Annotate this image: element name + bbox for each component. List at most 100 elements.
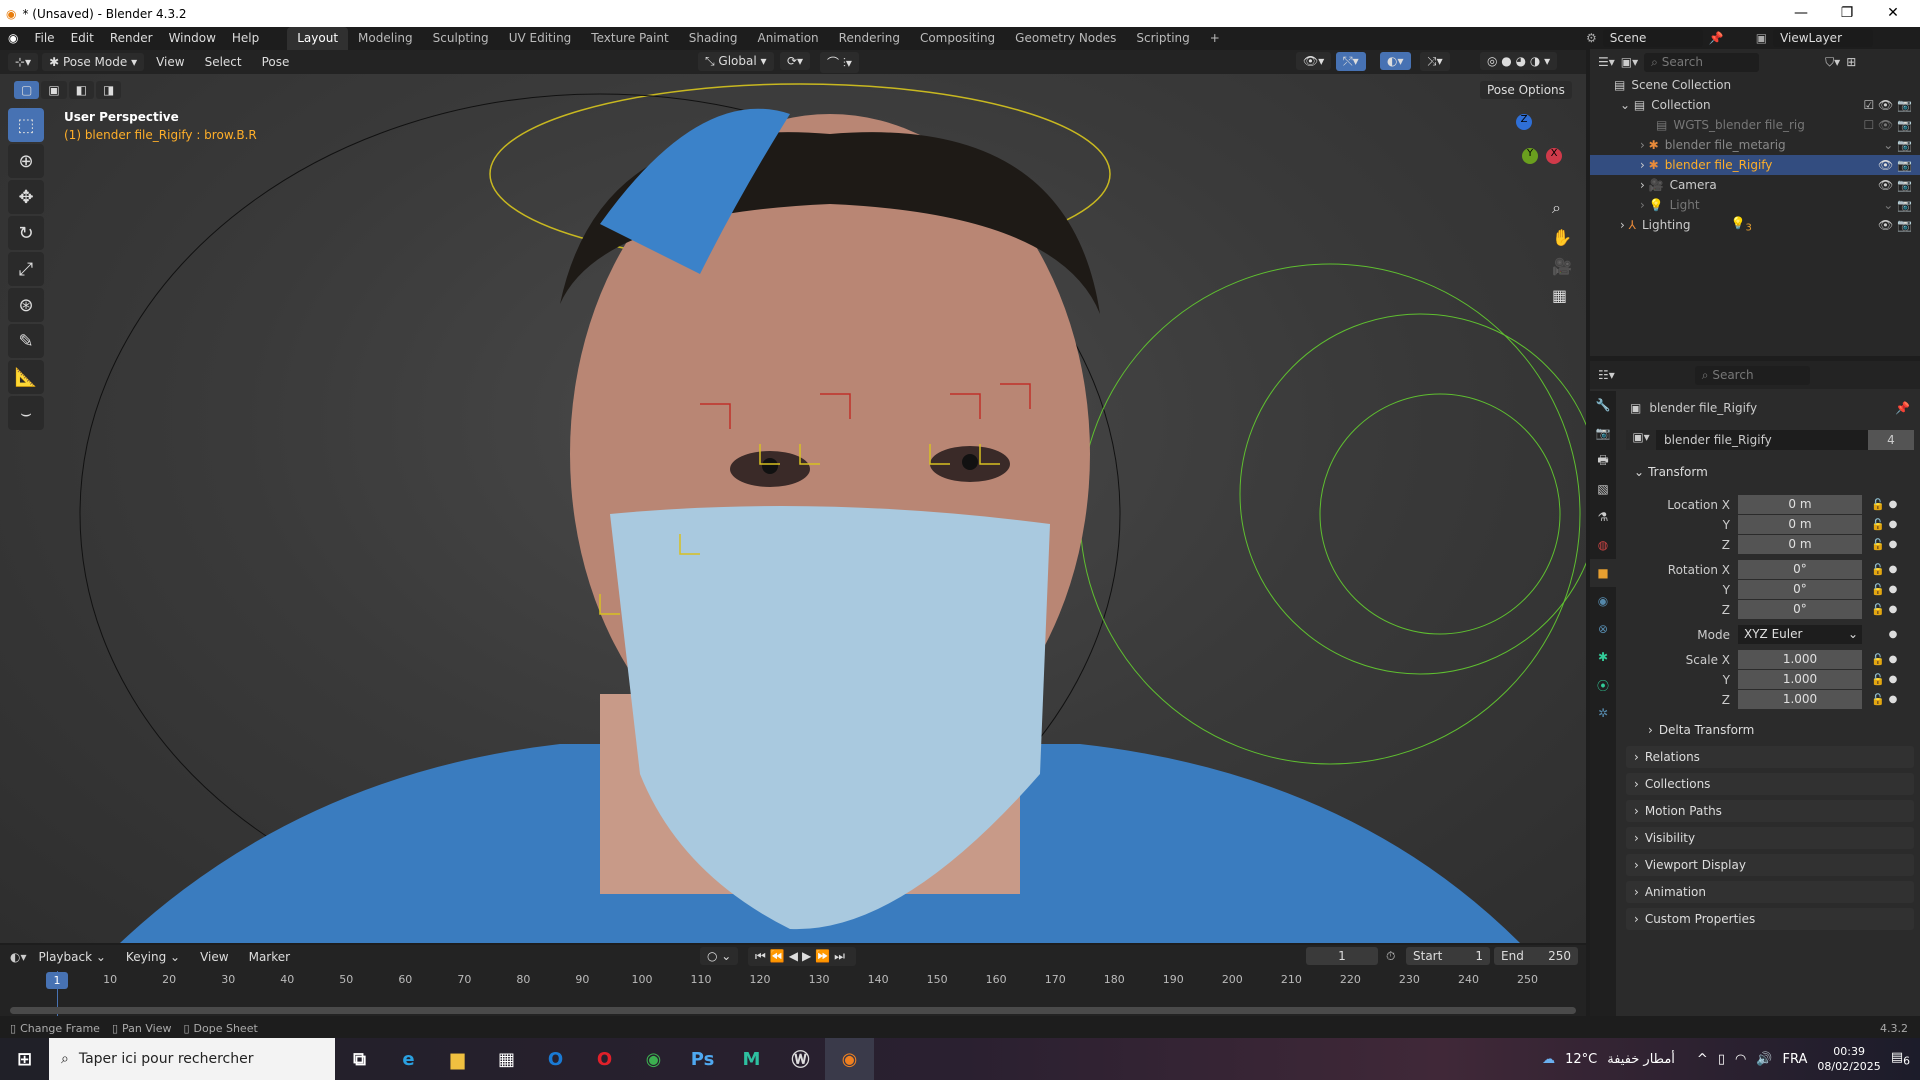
tab-uv-editing[interactable]: UV Editing xyxy=(499,27,582,50)
keyframe-dot-icon[interactable]: ● xyxy=(1888,674,1898,685)
scale-y-field[interactable]: 1.000 xyxy=(1738,670,1862,689)
playhead[interactable]: 1 xyxy=(46,972,68,989)
tab-animation[interactable]: Animation xyxy=(747,27,828,50)
rotation-mode-select[interactable]: XYZ Euler ⌄ xyxy=(1738,625,1862,644)
outliner-row-metarig[interactable]: › ✱ blender file_metarig ⌄ 📷 xyxy=(1590,135,1920,155)
navigation-gizmo[interactable]: Z Y X xyxy=(1490,114,1570,194)
constraints-tab-icon[interactable]: ⊗ xyxy=(1590,615,1616,643)
lock-icon[interactable]: 🔓 xyxy=(1868,583,1888,596)
location-z-field[interactable]: 0 m xyxy=(1738,535,1862,554)
armature-data-tab-icon[interactable]: ✱ xyxy=(1590,643,1616,671)
rotation-x-field[interactable]: 0° xyxy=(1738,560,1862,579)
tab-geometry-nodes[interactable]: Geometry Nodes xyxy=(1005,27,1126,50)
shading-modes[interactable]: ◎ ● ◕ ◑ ▾ xyxy=(1480,52,1558,70)
data-name-field[interactable]: blender file_Rigify xyxy=(1656,430,1868,450)
playback-controls[interactable]: ⏮⏪◀▶⏩⏭ xyxy=(748,947,856,966)
custom-properties-panel[interactable]: › Custom Properties xyxy=(1626,908,1914,930)
editor-type-button[interactable]: ⊹▾ xyxy=(8,53,39,71)
outliner-row-light[interactable]: › 💡 Light ⌄ 📷 xyxy=(1590,195,1920,215)
edge-icon[interactable]: e xyxy=(384,1038,433,1080)
maximize-button[interactable]: ❐ xyxy=(1824,0,1870,27)
menu-view[interactable]: View xyxy=(148,51,192,74)
taskbar-search[interactable]: ⌕ Taper ici pour rechercher xyxy=(49,1038,335,1080)
move-tool[interactable]: ✥ xyxy=(8,180,44,214)
battery-icon[interactable]: ▯ xyxy=(1718,1052,1725,1067)
keyframe-dot-icon[interactable]: ● xyxy=(1888,654,1898,665)
keyframe-dot-icon[interactable]: ● xyxy=(1888,629,1898,640)
menu-keying[interactable]: Keying ⌄ xyxy=(118,946,188,969)
menu-select[interactable]: Select xyxy=(197,51,250,74)
scene-icon[interactable]: ⚙ xyxy=(1586,31,1597,45)
tab-layout[interactable]: Layout xyxy=(287,27,349,50)
keyframe-dot-icon[interactable]: ● xyxy=(1888,564,1898,575)
gizmo-x-axis[interactable]: X xyxy=(1546,148,1562,164)
cursor-tool[interactable]: ⊕ xyxy=(8,144,44,178)
rotation-z-field[interactable]: 0° xyxy=(1738,600,1862,619)
minimize-button[interactable]: — xyxy=(1778,0,1824,27)
tool-tab-icon[interactable]: 🔧 xyxy=(1590,391,1616,419)
outliner-row-rigify[interactable]: › ✱ blender file_Rigify 👁 📷 xyxy=(1590,155,1920,175)
gizmo-y-axis[interactable]: Y xyxy=(1522,148,1538,164)
bone-tab-icon[interactable]: ⦿ xyxy=(1590,671,1616,699)
blender-taskbar-icon[interactable]: ◉ xyxy=(825,1038,874,1080)
collections-panel[interactable]: › Collections xyxy=(1626,773,1914,795)
lock-icon[interactable]: 🔓 xyxy=(1868,498,1888,511)
user-count[interactable]: 4 xyxy=(1868,430,1914,450)
add-workspace-button[interactable]: + xyxy=(1200,27,1230,50)
outliner-row-camera[interactable]: › 🎥 Camera 👁 📷 xyxy=(1590,175,1920,195)
mode-selector[interactable]: ✱ Pose Mode ▾ xyxy=(42,53,145,71)
weather-text[interactable]: أمطار خفيفة xyxy=(1607,1052,1675,1067)
app-m-icon[interactable]: M xyxy=(727,1038,776,1080)
location-x-field[interactable]: 0 m xyxy=(1738,495,1862,514)
keyframe-dot-icon[interactable]: ● xyxy=(1888,499,1898,510)
select-new-button[interactable]: ▢ xyxy=(14,81,40,99)
frame-ruler[interactable]: 10 20 30 40 50 60 70 80 90 100 110 120 130 140 150 160 1… xyxy=(0,971,1586,989)
scale-tool[interactable]: ⤢ xyxy=(8,252,44,286)
data-browse-button[interactable]: ▣▾ xyxy=(1626,430,1656,450)
animation-panel[interactable]: › Animation xyxy=(1626,881,1914,903)
pivot-selector[interactable]: ⟳▾ xyxy=(780,52,811,70)
lock-icon[interactable]: 🔓 xyxy=(1868,653,1888,666)
bone-constraints-tab-icon[interactable]: ✲ xyxy=(1590,699,1616,727)
pose-options-button[interactable]: Pose Options xyxy=(1480,81,1572,99)
outliner-search[interactable]: ⌕ Search xyxy=(1644,52,1760,72)
wordpress-icon[interactable]: Ⓦ xyxy=(776,1038,825,1080)
delta-transform-panel[interactable]: › Delta Transform xyxy=(1640,719,1914,741)
keyframe-dot-icon[interactable]: ● xyxy=(1888,519,1898,530)
menu-render[interactable]: Render xyxy=(102,27,161,50)
chrome-icon[interactable]: ◉ xyxy=(629,1038,678,1080)
windows-start-icon[interactable]: ⊞ xyxy=(0,1038,49,1080)
gizmo-toggle[interactable]: ⤲▾ xyxy=(1336,52,1366,71)
location-y-field[interactable]: 0 m xyxy=(1738,515,1862,534)
scene-tab-icon[interactable]: ⚗ xyxy=(1590,503,1616,531)
keyframe-dot-icon[interactable]: ● xyxy=(1888,539,1898,550)
motion-paths-panel[interactable]: › Motion Paths xyxy=(1626,800,1914,822)
current-frame-field[interactable]: 1 xyxy=(1306,947,1378,965)
viewport-display-panel[interactable]: › Viewport Display xyxy=(1626,854,1914,876)
orientation-selector[interactable]: ⤡ Global ▾ xyxy=(698,52,774,71)
output-tab-icon[interactable]: 🖶 xyxy=(1590,447,1616,475)
blender-menu-icon[interactable]: ◉ xyxy=(0,27,26,50)
filter-view-icon[interactable]: ▣▾ xyxy=(1621,55,1638,69)
lock-icon[interactable]: 🔓 xyxy=(1868,693,1888,706)
xray-toggle[interactable]: ⤨▾ xyxy=(1420,52,1450,71)
select-subtract-button[interactable]: ◧ xyxy=(68,81,95,99)
gizmo-z-axis[interactable]: Z xyxy=(1516,114,1532,130)
annotate-tool[interactable]: ✎ xyxy=(8,324,44,358)
tray-expand-icon[interactable]: ^ xyxy=(1697,1052,1708,1067)
visibility-panel[interactable]: › Visibility xyxy=(1626,827,1914,849)
scale-z-field[interactable]: 1.000 xyxy=(1738,690,1862,709)
menu-view[interactable]: View xyxy=(192,946,236,969)
transform-tool[interactable]: ⊛ xyxy=(8,288,44,322)
lock-icon[interactable]: 🔓 xyxy=(1868,518,1888,531)
menu-window[interactable]: Window xyxy=(161,27,224,50)
view-layer-icon[interactable]: ▣ xyxy=(1756,31,1767,45)
keyframe-dot-icon[interactable]: ● xyxy=(1888,604,1898,615)
world-tab-icon[interactable]: ◍ xyxy=(1590,531,1616,559)
opera-icon[interactable]: O xyxy=(580,1038,629,1080)
keyframe-dot-icon[interactable]: ● xyxy=(1888,694,1898,705)
measure-tool[interactable]: 📐 xyxy=(8,360,44,394)
3d-viewport[interactable]: User Perspective (1) blender file_Rigify… xyxy=(0,74,1586,943)
rotate-tool[interactable]: ↻ xyxy=(8,216,44,250)
keyframe-dot-icon[interactable]: ● xyxy=(1888,584,1898,595)
